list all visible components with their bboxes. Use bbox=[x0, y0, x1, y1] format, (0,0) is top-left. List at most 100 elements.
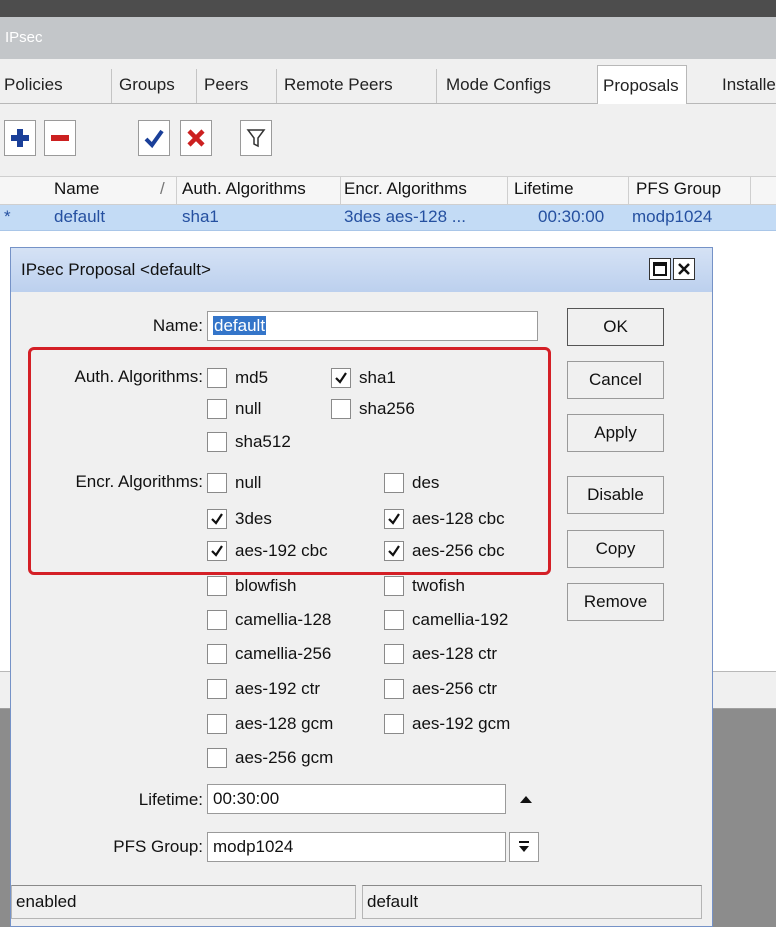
row-marker: * bbox=[4, 207, 11, 226]
name-field[interactable]: default bbox=[207, 311, 538, 341]
apply-button[interactable]: Apply bbox=[567, 414, 664, 452]
tab-installed[interactable]: Installe bbox=[722, 75, 776, 95]
encr-aes-128-gcm-checkbox[interactable]: aes-128 gcm bbox=[207, 712, 333, 736]
copy-button[interactable]: Copy bbox=[567, 530, 664, 568]
auth-sha256-checkbox[interactable]: sha256 bbox=[331, 397, 415, 421]
column-separator bbox=[340, 177, 341, 205]
auth-sha512-checkbox[interactable]: sha512 bbox=[207, 430, 291, 454]
ok-button[interactable]: OK bbox=[567, 308, 664, 346]
lifetime-spin-up[interactable] bbox=[509, 784, 543, 814]
enable-button[interactable] bbox=[138, 120, 170, 156]
table-row[interactable]: * default sha1 3des aes-128 ... 00:30:00… bbox=[0, 205, 776, 231]
check-icon bbox=[388, 545, 400, 557]
checkbox-label: aes-256 gcm bbox=[235, 748, 334, 767]
checkbox-label: aes-192 ctr bbox=[235, 679, 321, 698]
maximize-icon bbox=[653, 262, 667, 276]
encr-aes-128-cbc-checkbox[interactable]: aes-128 cbc bbox=[384, 507, 505, 531]
pfs-group-dropdown-button[interactable] bbox=[509, 832, 539, 862]
tab-remote-peers[interactable]: Remote Peers bbox=[284, 75, 393, 95]
close-button[interactable] bbox=[673, 258, 695, 280]
encr-3des-checkbox[interactable]: 3des bbox=[207, 507, 272, 531]
column-header-auth[interactable]: Auth. Algorithms bbox=[182, 179, 306, 199]
checkbox-box bbox=[207, 509, 227, 529]
remove-icon bbox=[51, 135, 69, 141]
tab-mode-configs[interactable]: Mode Configs bbox=[446, 75, 551, 95]
table-header: Name / Auth. Algorithms Encr. Algorithms… bbox=[0, 176, 776, 205]
encr-blowfish-checkbox[interactable]: blowfish bbox=[207, 574, 296, 598]
checkbox-label: aes-192 gcm bbox=[412, 714, 511, 733]
column-header-lifetime[interactable]: Lifetime bbox=[514, 179, 574, 199]
column-separator bbox=[176, 177, 177, 205]
checkbox-label: null bbox=[235, 399, 262, 418]
encr-aes-128-ctr-checkbox[interactable]: aes-128 ctr bbox=[384, 642, 497, 666]
add-button[interactable] bbox=[4, 120, 36, 156]
tab-proposals[interactable]: Proposals bbox=[597, 65, 687, 105]
column-header-encr[interactable]: Encr. Algorithms bbox=[344, 179, 467, 199]
encr-aes-256-cbc-checkbox[interactable]: aes-256 cbc bbox=[384, 539, 505, 563]
tab-separator bbox=[436, 69, 437, 103]
tab-groups[interactable]: Groups bbox=[119, 75, 175, 95]
check-icon bbox=[388, 513, 400, 525]
tab-separator bbox=[111, 69, 112, 103]
checkbox-label: aes-128 ctr bbox=[412, 644, 498, 663]
encr-null-checkbox[interactable]: null bbox=[207, 471, 261, 495]
pfs-group-select[interactable]: modp1024 bbox=[207, 832, 506, 862]
encr-camellia-192-checkbox[interactable]: camellia-192 bbox=[384, 608, 508, 632]
encr-des-checkbox[interactable]: des bbox=[384, 471, 439, 495]
cell-pfs: modp1024 bbox=[632, 207, 713, 226]
maximize-button[interactable] bbox=[649, 258, 671, 280]
auth-sha1-checkbox[interactable]: sha1 bbox=[331, 366, 396, 390]
checkbox-label: des bbox=[412, 473, 440, 492]
cancel-button[interactable]: Cancel bbox=[567, 361, 664, 399]
window-title: IPsec bbox=[0, 17, 776, 59]
name-field-value: default bbox=[213, 316, 267, 335]
tab-separator bbox=[276, 69, 277, 103]
auth-null-checkbox[interactable]: null bbox=[207, 397, 261, 421]
pfs-group-label: PFS Group: bbox=[113, 837, 203, 856]
auth-algorithms-label: Auth. Algorithms: bbox=[74, 367, 203, 386]
spin-up-icon bbox=[520, 796, 532, 803]
tab-policies[interactable]: Policies bbox=[4, 75, 63, 95]
encr-aes-192-ctr-checkbox[interactable]: aes-192 ctr bbox=[207, 677, 320, 701]
filter-button[interactable] bbox=[240, 120, 272, 156]
dialog-title: IPsec Proposal <default> bbox=[11, 248, 712, 292]
remove-button[interactable] bbox=[44, 120, 76, 156]
checkbox-label: aes-128 gcm bbox=[235, 714, 334, 733]
status-name: default bbox=[362, 885, 702, 919]
encr-aes-256-gcm-checkbox[interactable]: aes-256 gcm bbox=[207, 746, 333, 770]
toolbar bbox=[0, 104, 776, 176]
disable-button[interactable] bbox=[180, 120, 212, 156]
checkbox-box bbox=[384, 509, 404, 529]
status-enabled: enabled bbox=[11, 885, 356, 919]
name-label: Name: bbox=[152, 316, 203, 335]
lifetime-label: Lifetime: bbox=[138, 790, 203, 809]
column-header-name[interactable]: Name bbox=[54, 179, 99, 199]
encr-camellia-256-checkbox[interactable]: camellia-256 bbox=[207, 642, 331, 666]
remove-button[interactable]: Remove bbox=[567, 583, 664, 621]
checkbox-label: blowfish bbox=[235, 576, 297, 595]
lifetime-field[interactable]: 00:30:00 bbox=[207, 784, 506, 814]
checkbox-label: aes-256 ctr bbox=[412, 679, 498, 698]
disable-button[interactable]: Disable bbox=[567, 476, 664, 514]
checkbox-box bbox=[384, 714, 404, 734]
checkbox-box bbox=[207, 679, 227, 699]
encr-camellia-128-checkbox[interactable]: camellia-128 bbox=[207, 608, 331, 632]
column-header-pfs[interactable]: PFS Group bbox=[636, 179, 721, 199]
filter-icon bbox=[246, 129, 266, 148]
checkbox-label: sha512 bbox=[235, 432, 291, 451]
encr-twofish-checkbox[interactable]: twofish bbox=[384, 574, 465, 598]
checkbox-box bbox=[331, 399, 351, 419]
checkbox-label: 3des bbox=[235, 509, 272, 528]
encr-aes-256-ctr-checkbox[interactable]: aes-256 ctr bbox=[384, 677, 497, 701]
checkbox-label: md5 bbox=[235, 368, 269, 387]
checkbox-label: twofish bbox=[412, 576, 465, 595]
encr-aes-192-cbc-checkbox[interactable]: aes-192 cbc bbox=[207, 539, 328, 563]
checkbox-box bbox=[207, 432, 227, 452]
check-icon bbox=[335, 372, 347, 384]
auth-md5-checkbox[interactable]: md5 bbox=[207, 366, 268, 390]
checkbox-label: aes-192 cbc bbox=[235, 541, 328, 560]
tab-peers[interactable]: Peers bbox=[204, 75, 248, 95]
window-top-strip bbox=[0, 0, 776, 17]
checkbox-label: camellia-192 bbox=[412, 610, 509, 629]
encr-aes-192-gcm-checkbox[interactable]: aes-192 gcm bbox=[384, 712, 510, 736]
